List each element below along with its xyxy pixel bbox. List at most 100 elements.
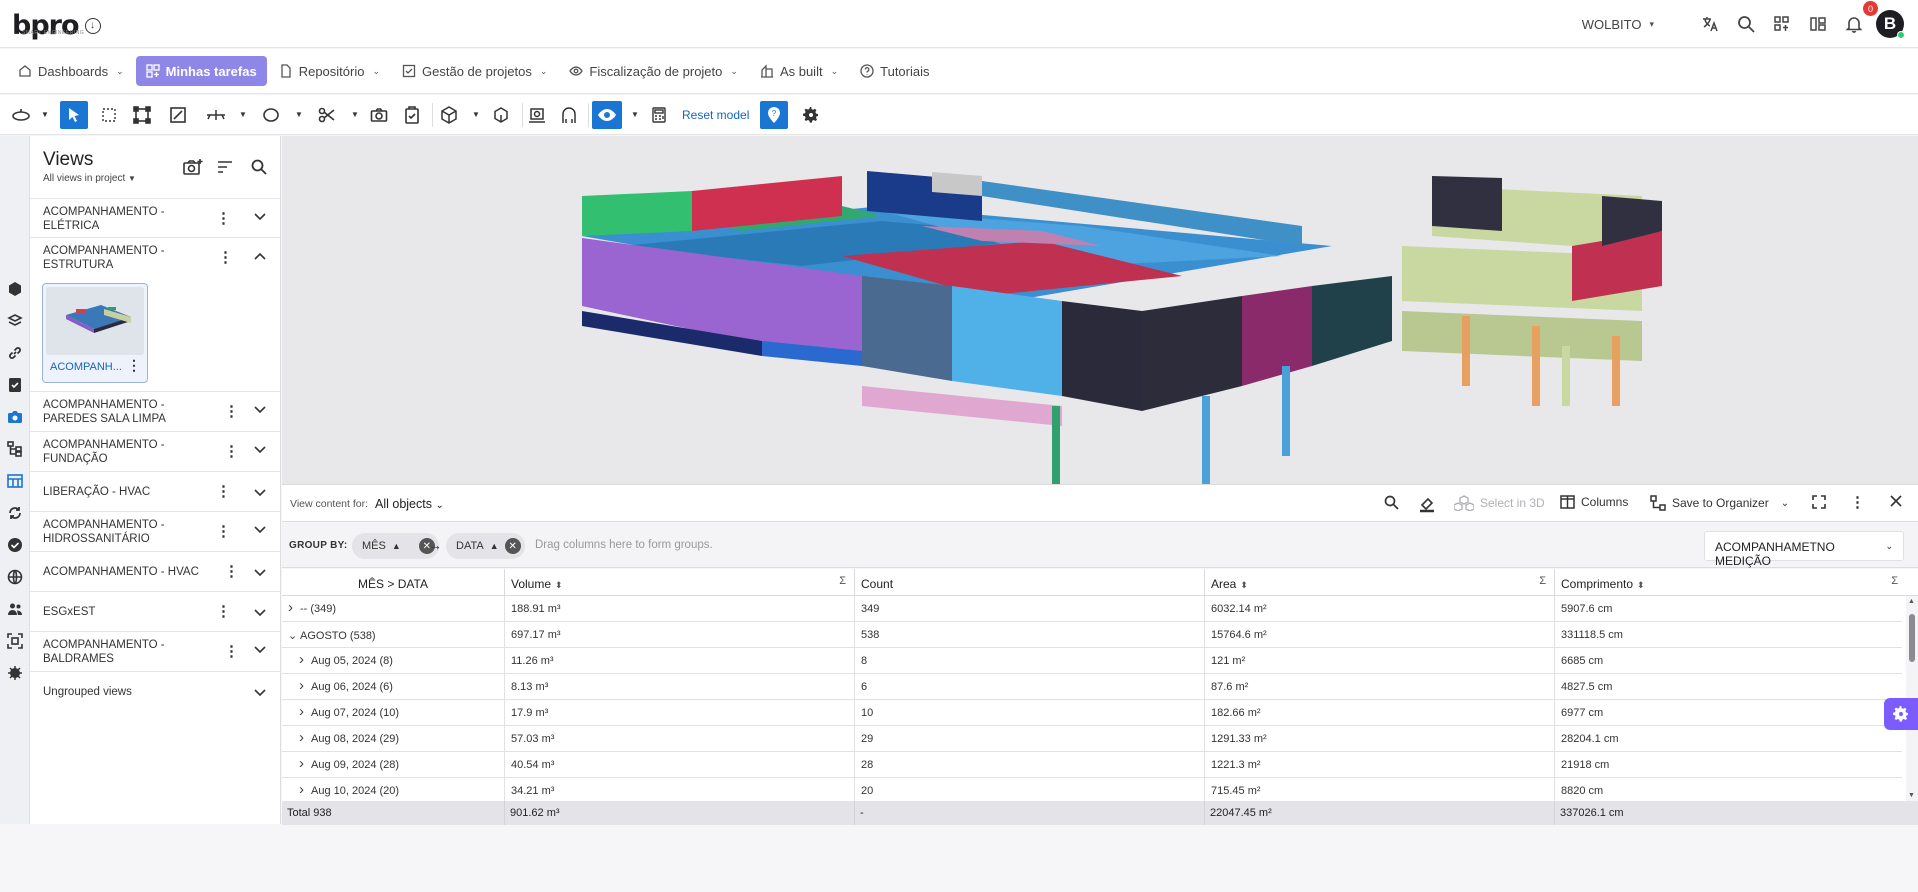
menu-minhas-tarefas[interactable]: Minhas tarefas	[135, 56, 267, 86]
chevron-down-icon[interactable]	[254, 524, 266, 538]
chevron-down-icon[interactable]: ▼	[41, 110, 49, 119]
more-vertical-icon[interactable]: ⋮	[216, 484, 231, 499]
chevron-right-icon[interactable]: ›	[299, 756, 311, 771]
views-filter-dropdown[interactable]: All views in project ▼	[43, 173, 136, 184]
view-group-ungrouped[interactable]: Ungrouped views	[30, 672, 280, 712]
view-group-liberacao-hvac[interactable]: LIBERAÇÃO - HVAC ⋮	[30, 472, 280, 512]
visibility-eye-icon[interactable]	[592, 101, 622, 129]
sort-icon[interactable]: ⬍	[555, 580, 563, 590]
table-row[interactable]: › Aug 06, 2024 (6) 8.13 m³ 6 87.6 m² 4827.5 c…	[282, 674, 1902, 700]
avatar[interactable]: B	[1876, 10, 1905, 39]
group-chip-data[interactable]: DATA ▲ ✕	[446, 533, 525, 559]
view-thumbnail-card[interactable]: ACOMPANH... ⋮	[42, 283, 148, 383]
more-vertical-icon[interactable]: ⋮	[127, 357, 141, 374]
view-group-hidrossanitario[interactable]: ACOMPANHAMENTO - HIDROSSANITÁRIO ⋮	[30, 512, 280, 552]
select-pointer-icon[interactable]	[60, 101, 88, 129]
view-content-dropdown[interactable]: All objects ⌄	[375, 497, 444, 511]
chevron-down-icon[interactable]	[254, 644, 266, 658]
fullscreen-icon[interactable]	[1812, 495, 1826, 509]
table-row[interactable]: › Aug 08, 2024 (29) 57.03 m³ 29 1291.33 m² 28…	[282, 726, 1902, 752]
search-icon[interactable]	[251, 159, 267, 178]
aggregate-icon[interactable]: Σ	[839, 575, 846, 587]
crop-box-icon[interactable]	[129, 101, 155, 129]
chevron-down-icon[interactable]	[254, 687, 266, 701]
org-selector[interactable]: WOLBITO ▾	[1582, 17, 1654, 32]
chevron-down-icon[interactable]	[254, 607, 266, 621]
more-vertical-icon[interactable]: ⋮	[224, 444, 239, 459]
scroll-down-icon[interactable]: ▼	[1908, 792, 1915, 799]
cube-icon[interactable]	[436, 101, 462, 129]
highlight-color-icon[interactable]	[1418, 495, 1436, 513]
help-location-icon[interactable]: ?	[760, 101, 788, 129]
chevron-up-icon[interactable]	[254, 250, 266, 264]
tree-icon[interactable]	[6, 440, 24, 458]
chevron-right-icon[interactable]: ›	[288, 600, 300, 615]
chevron-down-icon[interactable]: ▼	[631, 110, 639, 119]
more-vertical-icon[interactable]: ⋮	[218, 250, 233, 265]
remove-chip-icon[interactable]: ✕	[504, 538, 521, 554]
table-row[interactable]: › Aug 07, 2024 (10) 17.9 m³ 10 182.66 m² 6977…	[282, 700, 1902, 726]
clipboard-check-icon[interactable]	[399, 101, 425, 129]
add-view-camera-icon[interactable]	[183, 158, 203, 179]
layers-icon[interactable]	[6, 312, 24, 330]
polygon-icon[interactable]	[258, 101, 284, 129]
aggregate-icon[interactable]: Σ	[1891, 575, 1898, 587]
more-vertical-icon[interactable]: ⋮	[1850, 493, 1865, 511]
sort-icon[interactable]: ⬍	[1637, 580, 1645, 590]
reset-model-button[interactable]: Reset model	[682, 108, 749, 122]
table-row[interactable]: › Aug 09, 2024 (28) 40.54 m³ 28 1221.3 m² 219…	[282, 752, 1902, 778]
calculator-icon[interactable]	[646, 101, 672, 129]
preset-dropdown[interactable]: ACOMPANHAMETNO MEDIÇÃO ⌄	[1704, 531, 1904, 568]
layers-view-icon[interactable]	[524, 101, 550, 129]
chevron-down-icon[interactable]: ▼	[239, 110, 247, 119]
users-icon[interactable]	[6, 600, 24, 618]
scissors-icon[interactable]	[314, 101, 340, 129]
box-select-icon[interactable]	[96, 101, 122, 129]
progress-check-icon[interactable]	[6, 536, 24, 554]
orbit-icon[interactable]	[8, 101, 34, 129]
save-to-organizer-button[interactable]: Save to Organizer ⌄	[1650, 495, 1789, 511]
sort-icon[interactable]: ⬍	[1240, 580, 1248, 590]
download-icon[interactable]: ↓	[84, 17, 101, 34]
chevron-down-icon[interactable]	[254, 487, 266, 501]
more-vertical-icon[interactable]: ⋮	[224, 644, 239, 659]
menu-as-built[interactable]: As built ⌄	[750, 56, 848, 86]
chevron-down-icon[interactable]: ▼	[351, 110, 359, 119]
search-icon[interactable]	[1728, 6, 1764, 42]
col-header-mes-data[interactable]: MÊS > DATA	[282, 569, 505, 596]
chevron-down-icon[interactable]	[254, 211, 266, 225]
view-group-eletrica[interactable]: ACOMPANHAMENTO - ELÉTRICA ⋮	[30, 198, 280, 238]
camera-icon[interactable]	[366, 101, 392, 129]
chevron-right-icon[interactable]: ›	[299, 652, 311, 667]
projects-icon[interactable]	[1800, 6, 1836, 42]
logo[interactable]: bpro ↓	[12, 10, 101, 41]
table-row[interactable]: › -- (349) 188.91 m³ 349 6032.14 m² 5907.6 cm	[282, 596, 1902, 622]
close-icon[interactable]	[1890, 495, 1902, 507]
search-icon[interactable]	[1384, 495, 1399, 510]
ghost-icon[interactable]	[556, 101, 582, 129]
aggregate-icon[interactable]: Σ	[1539, 575, 1546, 587]
view-group-paredes[interactable]: ACOMPANHAMENTO - PAREDES SALA LIMPA ⋮	[30, 392, 280, 432]
globe-icon[interactable]	[6, 568, 24, 586]
table-row[interactable]: › Aug 05, 2024 (8) 11.26 m³ 8 121 m² 6685 cm	[282, 648, 1902, 674]
select-in-3d-button[interactable]: Select in 3D	[1454, 495, 1545, 511]
apps-icon[interactable]	[1764, 6, 1800, 42]
settings-fab-gear-icon[interactable]	[1884, 698, 1918, 730]
chevron-down-icon[interactable]: ▼	[472, 110, 480, 119]
col-header-comprimento[interactable]: Comprimento ⬍ Σ	[1555, 569, 1906, 596]
view-group-esgxest[interactable]: ESGxEST ⋮	[30, 592, 280, 632]
chevron-right-icon[interactable]: ›	[299, 730, 311, 745]
chevron-right-icon[interactable]: ›	[299, 678, 311, 693]
model-cube-icon[interactable]	[6, 280, 24, 298]
view-group-hvac[interactable]: ACOMPANHAMENTO - HVAC ⋮	[30, 552, 280, 592]
sort-icon[interactable]	[217, 161, 233, 176]
view-group-baldrames[interactable]: ACOMPANHAMENTO - BALDRAMES ⋮	[30, 632, 280, 672]
scrollbar-thumb[interactable]	[1909, 614, 1915, 662]
link-icon[interactable]	[6, 344, 24, 362]
chevron-right-icon[interactable]: ›	[299, 782, 311, 797]
bell-icon[interactable]: 0	[1836, 1, 1878, 42]
scan-icon[interactable]	[6, 632, 24, 650]
table-row[interactable]: ⌄ AGOSTO (538) 697.17 m³ 538 15764.6 m² 33111…	[282, 622, 1902, 648]
chevron-down-icon[interactable]: ⌄	[288, 629, 300, 642]
menu-fiscalizacao[interactable]: Fiscalização de projeto ⌄	[559, 56, 748, 86]
